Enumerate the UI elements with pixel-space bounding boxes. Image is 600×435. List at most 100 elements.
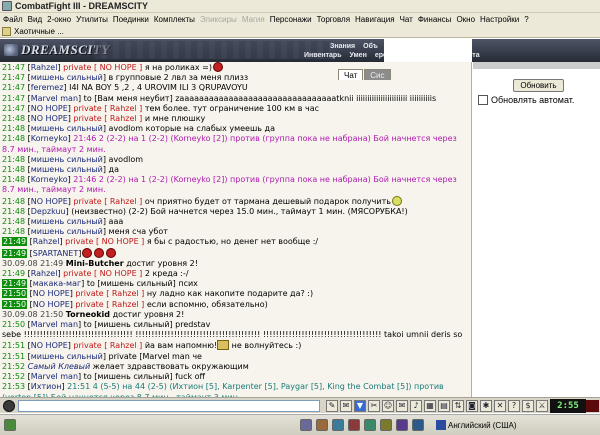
chat-text: не волнуйтесь :) <box>229 341 302 351</box>
refresh-button[interactable]: Обновить <box>513 79 564 92</box>
battle-announce: 21:46 2 (2-2) на 1 (2-2) (Korneyko [2]) … <box>2 175 457 195</box>
chat-nick[interactable]: мишень сильный <box>31 352 103 361</box>
taskbar-app-icon[interactable] <box>300 419 312 431</box>
menu-item[interactable]: Утилиты <box>74 15 111 24</box>
private-tag: private [ Rahzel ] <box>73 196 143 206</box>
chat-nick[interactable]: Korneyko <box>31 134 68 143</box>
menu-item[interactable]: Вид <box>26 15 45 24</box>
menu-item[interactable]: Чат <box>398 15 416 24</box>
chat-nick[interactable]: NO HOPE <box>31 114 68 123</box>
chat-nick[interactable]: NO HOPE <box>31 341 68 350</box>
chat-panel[interactable]: 21:47 [Rahzel] private [ NO HOPE ] я на … <box>0 62 472 397</box>
game-nav-item[interactable]: Объ <box>359 43 382 50</box>
chat-nick[interactable]: feremez <box>31 83 64 92</box>
chat-nick[interactable]: мишень сильный <box>31 124 103 133</box>
taskbar-app-icon[interactable] <box>380 419 392 431</box>
menu-item[interactable]: Персонажи <box>268 15 315 24</box>
chat-nick[interactable]: мишень сильный <box>31 155 103 164</box>
chat-nick[interactable]: Rahzel <box>33 237 60 246</box>
taskbar-app-icon[interactable] <box>316 419 328 431</box>
game-clock: 2:55 <box>550 399 586 413</box>
auto-refresh-label: Обновлять автомат. <box>491 95 575 105</box>
menu-item[interactable]: Навигация <box>353 15 398 24</box>
taskbar-app-icon[interactable] <box>396 419 408 431</box>
chat-text: I4I NA BOY 5 ,2 , 4 UROVIM ILI 3 QRUPAVO… <box>66 83 248 93</box>
chat-nick[interactable]: NO HOPE <box>31 104 68 113</box>
menu-item[interactable]: Поединки <box>111 15 152 24</box>
trade-icon[interactable]: $ <box>522 400 534 412</box>
menu-item[interactable]: Финансы <box>416 15 455 24</box>
menu-item[interactable]: Торговля <box>315 15 353 24</box>
chat-nick[interactable]: мишень сильный <box>31 217 103 226</box>
chat-text: оч приятно будет от тармана дешевый пода… <box>142 196 391 206</box>
stats-icon[interactable]: ▤ <box>438 400 450 412</box>
chat-nick[interactable]: Marvel man <box>31 372 78 381</box>
taskbar: Английский (США) <box>0 414 600 435</box>
flag-icon <box>436 420 446 430</box>
taskbar-app-icon[interactable] <box>348 419 360 431</box>
exit-icon[interactable]: ✕ <box>494 400 506 412</box>
game-nav-item[interactable]: Инвентарь <box>300 52 346 59</box>
folder-icon <box>2 26 11 36</box>
logo-emblem-icon <box>4 44 18 56</box>
game-nav-item[interactable]: Умен <box>346 52 371 59</box>
menu-item[interactable]: Комплекты <box>152 15 198 24</box>
tab-system[interactable]: Сис <box>364 69 391 80</box>
sound-icon[interactable]: ♪ <box>410 400 422 412</box>
language-indicator[interactable]: Английский (США) <box>436 419 517 431</box>
chat-nick[interactable]: Marvel man <box>31 320 78 329</box>
menu-item[interactable]: ? <box>522 15 531 24</box>
chat-nick[interactable]: Ихтион <box>31 382 62 391</box>
tab-chat[interactable]: Чат <box>338 69 364 80</box>
message-input[interactable] <box>18 400 320 412</box>
user-icon[interactable]: ☺ <box>382 400 394 412</box>
menu-item[interactable]: Окно <box>454 15 478 24</box>
private-icon[interactable]: ✉ <box>340 400 352 412</box>
lock-icon[interactable]: ◙ <box>466 400 478 412</box>
auto-refresh-checkbox[interactable] <box>478 95 488 105</box>
menu-item[interactable]: Файл <box>1 15 26 24</box>
chat-nick[interactable]: NO HOPE <box>33 300 70 309</box>
chat-nick[interactable]: SPARTANET <box>33 249 79 258</box>
taskbar-app-icon[interactable] <box>332 419 344 431</box>
battle-icon[interactable]: ⚔ <box>536 400 548 412</box>
chat-nick[interactable]: Самый Клевый <box>28 362 91 371</box>
chat-nick[interactable]: NO HOPE <box>33 289 70 298</box>
settings-icon[interactable]: ✱ <box>480 400 492 412</box>
map-icon[interactable]: ▦ <box>424 400 436 412</box>
filter-icon[interactable]: ▼ <box>354 400 366 412</box>
favorite-link[interactable]: Хаотичные ... <box>14 27 64 36</box>
menu-item[interactable]: 2-окно <box>45 15 74 24</box>
chat-message: 21:49 [Rahzel] private [ NO HOPE ] 2 кре… <box>2 269 189 279</box>
clear-icon[interactable]: ✂ <box>368 400 380 412</box>
chat-nick[interactable]: Rahzel <box>31 63 58 72</box>
chat-nick[interactable]: NO HOPE <box>31 197 68 206</box>
taskbar-app-icon[interactable] <box>364 419 376 431</box>
format-icon[interactable]: ✎ <box>326 400 338 412</box>
help-icon[interactable]: ? <box>508 400 520 412</box>
menu-item[interactable]: Эликсиры <box>198 15 240 24</box>
chat-timestamp: 21:48 <box>2 114 26 124</box>
chat-nick[interactable]: мишень сильный <box>31 165 103 174</box>
chat-nick[interactable]: макака-маг <box>33 279 81 288</box>
chat-nick[interactable]: Korneyko <box>31 175 68 184</box>
chat-nick[interactable]: Depzkuu <box>31 207 66 216</box>
chat-message: 21:52 [Marvel man] to [мишень сильный] f… <box>2 372 206 382</box>
menu-item[interactable]: Магия <box>240 15 268 24</box>
chat-nick[interactable]: Marvel man <box>31 94 78 103</box>
chat-nick[interactable]: мишень сильный <box>31 227 103 236</box>
chat-nick[interactable]: Rahzel <box>31 269 58 278</box>
chat-message: 21:48 [Korneyko] 21:46 2 (2-2) на 1 (2-2… <box>2 134 457 154</box>
scroll-icon[interactable]: ⇅ <box>452 400 464 412</box>
chat-timestamp: 21:49 <box>2 269 26 279</box>
private-tag: private [ Rahzel ] <box>73 341 143 351</box>
chat-nick[interactable]: мишень сильный <box>31 73 103 82</box>
menu-item[interactable]: Настройки <box>478 15 522 24</box>
start-icon[interactable] <box>4 419 16 431</box>
chat-nick[interactable]: Mini-Butcher <box>66 259 124 268</box>
smiley-menu-icon[interactable] <box>3 399 15 412</box>
taskbar-app-icon[interactable] <box>412 419 424 431</box>
chat-nick[interactable]: Torneokid <box>66 310 110 319</box>
game-nav-item[interactable]: Знания <box>326 43 359 50</box>
mail-icon[interactable]: ✉ <box>396 400 408 412</box>
